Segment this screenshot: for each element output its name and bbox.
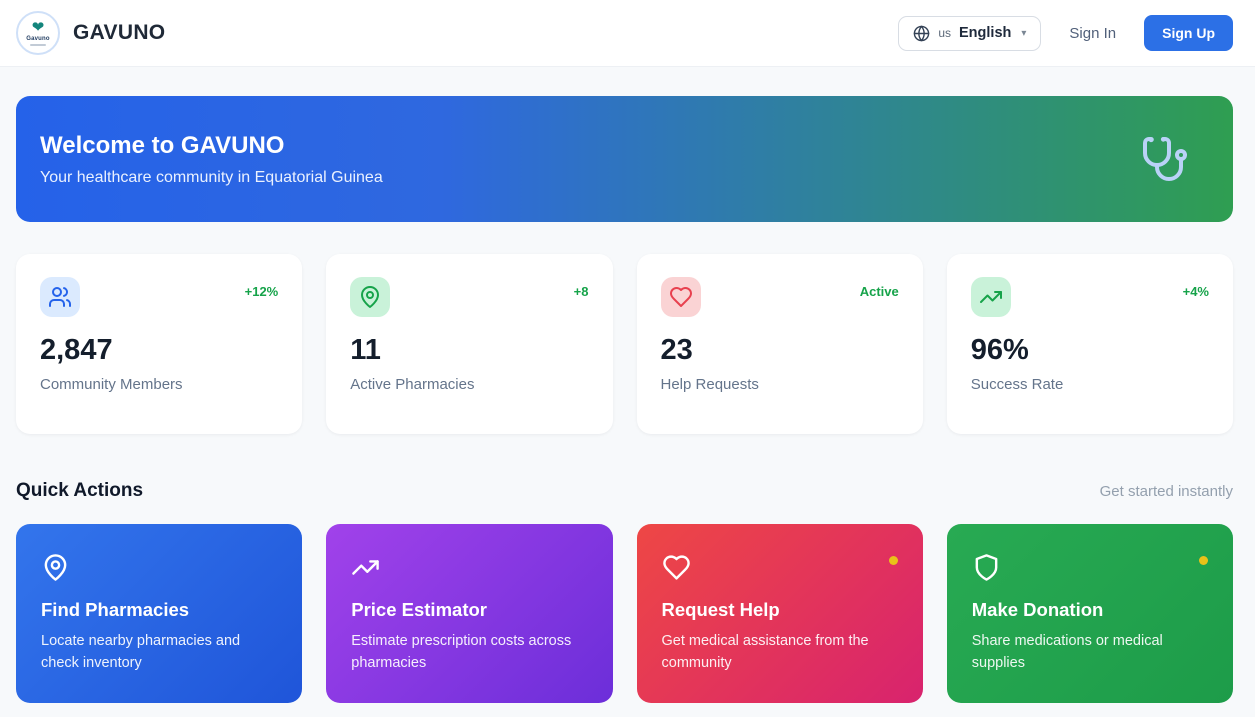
stat-trend: Active <box>859 284 899 299</box>
trending-up-icon <box>970 277 1011 317</box>
action-title: Find Pharmacies <box>41 598 190 620</box>
action-description: Estimate prescription costs across pharm… <box>351 632 572 671</box>
stat-label: Community Members <box>40 376 183 393</box>
shield-icon <box>972 553 1001 582</box>
action-card-price-estimator[interactable]: Price Estimator Estimate prescription co… <box>326 524 613 703</box>
language-label: English <box>959 25 1012 41</box>
stat-value: 96% <box>970 334 1029 366</box>
action-title: Price Estimator <box>351 598 487 620</box>
stat-card-community-members: +12% 2,847 Community Members <box>16 254 303 434</box>
stat-trend: +4% <box>1182 284 1209 299</box>
hero-title: Welcome to GAVUNO <box>40 131 285 159</box>
action-title: Request Help <box>661 598 780 620</box>
brand[interactable]: ❤ Gavuno GAVUNO <box>16 11 165 55</box>
sign-up-button[interactable]: Sign Up <box>1144 15 1233 51</box>
users-icon <box>40 277 80 317</box>
stat-label: Active Pharmacies <box>350 376 475 393</box>
action-card-find-pharmacies[interactable]: Find Pharmacies Locate nearby pharmacies… <box>16 524 303 703</box>
gavuno-logo-icon: ❤ Gavuno <box>16 11 60 55</box>
main-content: Welcome to GAVUNO Your healthcare commun… <box>0 67 1255 703</box>
stat-label: Help Requests <box>660 376 759 393</box>
stat-card-help-requests: Active 23 Help Requests <box>636 254 923 434</box>
hero-text: Welcome to GAVUNO Your healthcare commun… <box>40 132 383 187</box>
language-code: us <box>938 26 951 40</box>
stat-trend: +8 <box>573 284 589 299</box>
stat-value: 11 <box>350 334 381 366</box>
action-description: Share medications or medical supplies <box>971 632 1163 671</box>
stat-label: Success Rate <box>970 376 1064 393</box>
logo-word: Gavuno <box>26 36 50 42</box>
map-pin-icon <box>41 553 70 582</box>
section-title: Quick Actions <box>16 480 144 501</box>
action-card-make-donation[interactable]: Make Donation Share medications or medic… <box>946 524 1233 703</box>
stat-trend: +12% <box>244 284 279 299</box>
notification-dot <box>1199 555 1208 565</box>
action-title: Make Donation <box>971 598 1104 620</box>
logo-heart-icon: ❤ <box>31 19 45 36</box>
globe-icon <box>913 25 930 42</box>
action-card-request-help[interactable]: Request Help Get medical assistance from… <box>636 524 923 703</box>
stat-card-active-pharmacies: +8 11 Active Pharmacies <box>326 254 613 434</box>
quick-actions-header: Quick Actions Get started instantly <box>16 480 1233 502</box>
action-description: Get medical assistance from the communit… <box>661 632 869 671</box>
header: ❤ Gavuno GAVUNO us English ▾ Sign In Sig… <box>0 0 1255 67</box>
chevron-down-icon: ▾ <box>1021 27 1027 39</box>
trending-up-icon <box>351 553 380 582</box>
heart-icon <box>662 553 691 582</box>
heart-icon <box>660 277 701 317</box>
quick-actions-row: Find Pharmacies Locate nearby pharmacies… <box>16 524 1233 703</box>
stat-value: 2,847 <box>40 334 113 366</box>
sign-in-link[interactable]: Sign In <box>1069 25 1116 42</box>
stats-row: +12% 2,847 Community Members +8 11 Activ… <box>16 254 1233 434</box>
section-hint: Get started instantly <box>1099 483 1233 500</box>
welcome-banner: Welcome to GAVUNO Your healthcare commun… <box>16 96 1233 222</box>
action-description: Locate nearby pharmacies and check inven… <box>41 632 241 671</box>
stat-value: 23 <box>660 334 693 366</box>
brand-name: GAVUNO <box>73 21 166 44</box>
header-actions: us English ▾ Sign In Sign Up <box>898 15 1233 51</box>
hero-subtitle: Your healthcare community in Equatorial … <box>40 168 383 186</box>
stethoscope-icon <box>1141 135 1189 183</box>
notification-dot <box>888 555 898 565</box>
language-selector[interactable]: us English ▾ <box>898 15 1042 51</box>
stat-card-success-rate: +4% 96% Success Rate <box>946 254 1233 434</box>
map-pin-icon <box>350 277 391 317</box>
logo-subline <box>30 44 46 46</box>
